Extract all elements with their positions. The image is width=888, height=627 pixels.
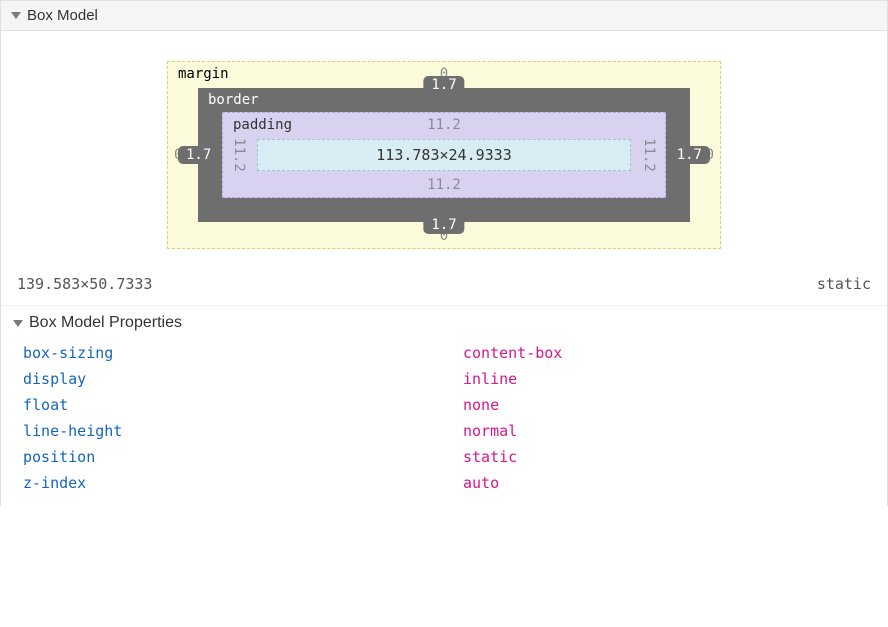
property-row[interactable]: box-sizingcontent-box [23,340,875,366]
property-value: none [463,396,499,414]
box-model-section-header[interactable]: Box Model [1,0,887,31]
box-model-properties-header[interactable]: Box Model Properties [1,306,887,338]
content-region[interactable]: 113.783×24.9333 [257,139,631,171]
property-value: normal [463,422,517,440]
property-value: auto [463,474,499,492]
box-model-diagram: margin 0 0 0 0 border 1.7 1.7 1.7 1.7 pa… [1,31,887,267]
property-row[interactable]: positionstatic [23,444,875,470]
margin-label: margin [178,66,229,82]
padding-bottom-value[interactable]: 11.2 [427,177,461,193]
section-title: Box Model [27,7,98,24]
padding-right-value[interactable]: 11.2 [641,138,657,172]
padding-left-value[interactable]: 11.2 [231,138,247,172]
property-row[interactable]: z-indexauto [23,470,875,496]
padding-label: padding [233,117,292,133]
padding-top-value[interactable]: 11.2 [427,117,461,133]
margin-region[interactable]: margin 0 0 0 0 border 1.7 1.7 1.7 1.7 pa… [167,61,721,249]
property-row[interactable]: displayinline [23,366,875,392]
dimensions-row: 139.583×50.7333 static [1,267,887,306]
border-left-value[interactable]: 1.7 [178,146,219,164]
property-name: float [23,396,463,414]
border-region[interactable]: border 1.7 1.7 1.7 1.7 padding 11.2 11.2… [198,88,690,222]
position-type: static [817,275,871,293]
border-right-value[interactable]: 1.7 [669,146,710,164]
border-top-value[interactable]: 1.7 [423,76,464,94]
total-dimensions: 139.583×50.7333 [17,275,152,293]
padding-region[interactable]: padding 11.2 11.2 11.2 11.2 113.783×24.9… [222,112,666,198]
property-row[interactable]: floatnone [23,392,875,418]
chevron-down-icon [13,320,23,327]
property-name: z-index [23,474,463,492]
property-row[interactable]: line-heightnormal [23,418,875,444]
property-value: inline [463,370,517,388]
chevron-down-icon [11,12,21,19]
section-title: Box Model Properties [29,314,182,332]
property-name: position [23,448,463,466]
property-name: line-height [23,422,463,440]
content-dimensions: 113.783×24.9333 [376,146,511,164]
border-bottom-value[interactable]: 1.7 [423,216,464,234]
box-model-panel: Box Model margin 0 0 0 0 border 1.7 1.7 … [0,0,888,506]
property-name: box-sizing [23,344,463,362]
property-name: display [23,370,463,388]
properties-list: box-sizingcontent-boxdisplayinlinefloatn… [1,338,887,506]
border-label: border [208,92,259,108]
property-value: content-box [463,344,562,362]
property-value: static [463,448,517,466]
